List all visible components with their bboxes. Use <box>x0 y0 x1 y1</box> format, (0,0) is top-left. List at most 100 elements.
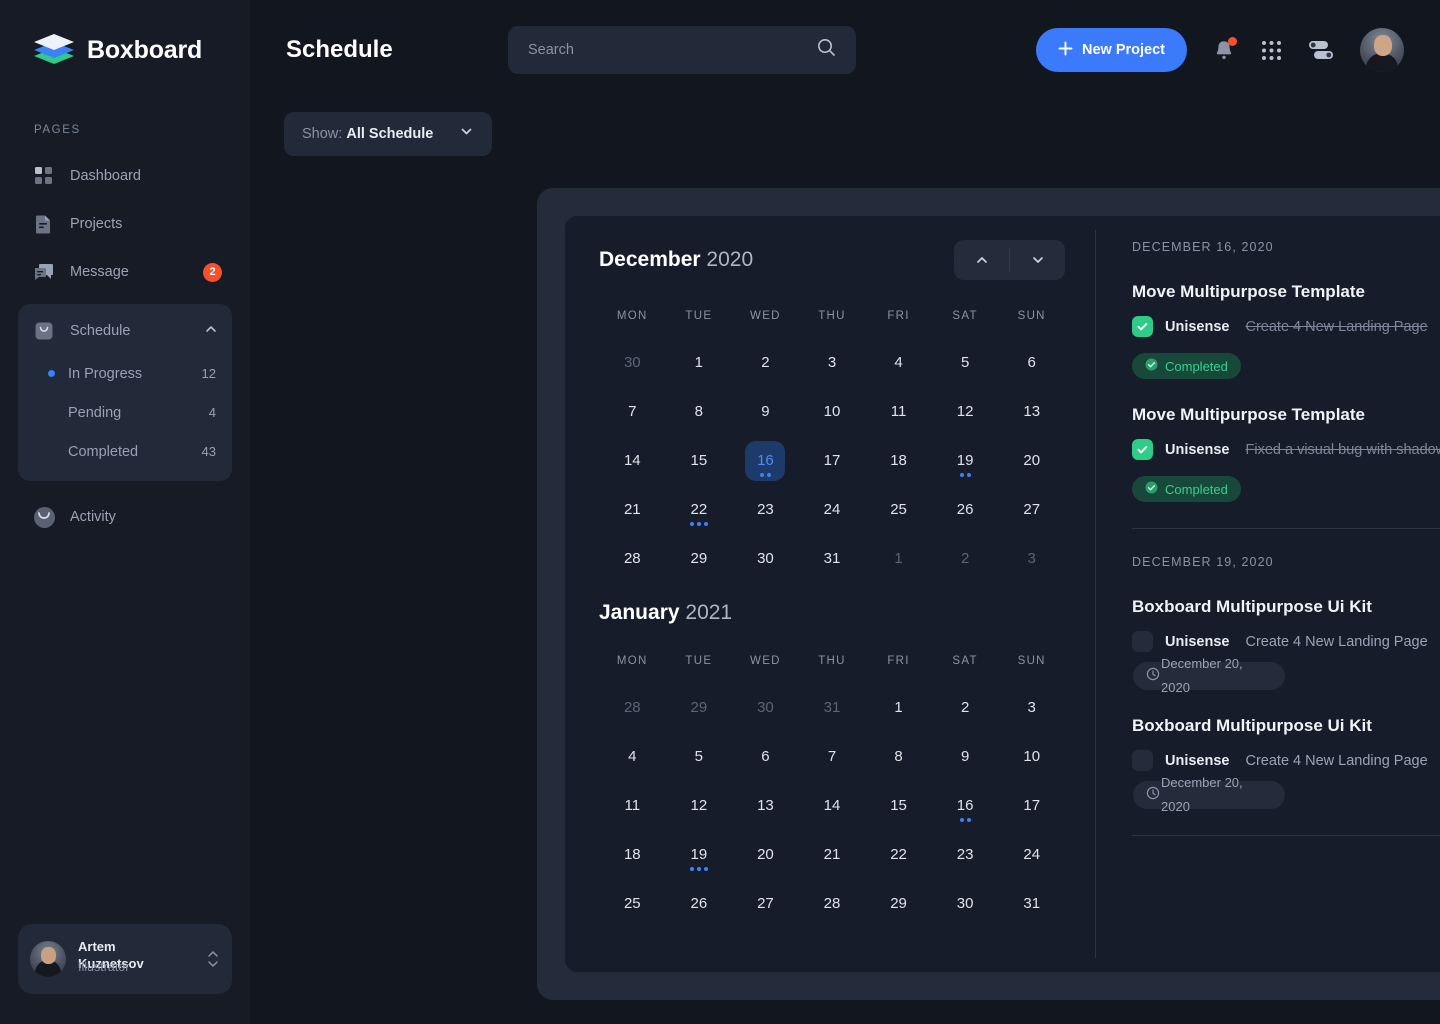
calendar-day[interactable]: 16 <box>945 786 985 826</box>
calendar-day[interactable]: 30 <box>945 884 985 924</box>
sidebar-item-label: Activity <box>70 509 116 525</box>
calendar-day[interactable]: 13 <box>745 786 785 826</box>
calendar-day[interactable]: 12 <box>679 786 719 826</box>
calendar-day[interactable]: 31 <box>812 688 852 728</box>
calendar-day[interactable]: 31 <box>1012 884 1052 924</box>
task-checkbox-checked[interactable] <box>1132 439 1153 460</box>
calendar-day[interactable]: 5 <box>945 343 985 383</box>
calendar-day[interactable]: 26 <box>679 884 719 924</box>
calendar-day[interactable]: 9 <box>745 392 785 432</box>
calendar-day[interactable]: 23 <box>745 490 785 530</box>
task-due-date-chip[interactable]: December 20, 2020 <box>1133 775 1285 814</box>
sidebar-subitem-in-progress[interactable]: In Progress 12 <box>18 354 232 393</box>
calendar-day[interactable]: 26 <box>945 490 985 530</box>
calendar-day[interactable]: 27 <box>745 884 785 924</box>
sidebar-item-projects[interactable]: Projects <box>0 200 250 248</box>
calendar-day[interactable]: 17 <box>812 441 852 481</box>
avatar[interactable] <box>1360 28 1404 72</box>
calendar-day[interactable]: 30 <box>745 539 785 579</box>
calendar-day[interactable]: 20 <box>1012 441 1052 481</box>
calendar-day[interactable]: 3 <box>1012 539 1052 579</box>
calendar-day[interactable]: 11 <box>612 786 652 826</box>
calendar-day[interactable]: 14 <box>612 441 652 481</box>
calendar-day[interactable]: 2 <box>945 539 985 579</box>
calendar-day[interactable]: 14 <box>812 786 852 826</box>
sidebar-profile-card[interactable]: Artem Kuznetsov Illustrator <box>18 924 232 994</box>
calendar-day[interactable]: 24 <box>1012 835 1052 875</box>
calendar-day[interactable]: 22 <box>679 490 719 530</box>
calendar-day[interactable]: 29 <box>679 539 719 579</box>
apps-grid-icon[interactable] <box>1261 40 1282 61</box>
calendar-day[interactable]: 3 <box>1012 688 1052 728</box>
calendar-day[interactable]: 11 <box>879 392 919 432</box>
calendar-day[interactable]: 1 <box>879 539 919 579</box>
calendar-day[interactable]: 23 <box>945 835 985 875</box>
calendar-day[interactable]: 27 <box>1012 490 1052 530</box>
calendar-day[interactable]: 28 <box>612 688 652 728</box>
calendar-day[interactable]: 18 <box>612 835 652 875</box>
calendar-day[interactable]: 30 <box>612 343 652 383</box>
brand-logo[interactable]: Boxboard <box>0 0 250 70</box>
calendar-day[interactable]: 22 <box>879 835 919 875</box>
task-checkbox-unchecked[interactable] <box>1132 750 1153 771</box>
calendar-day[interactable]: 8 <box>879 737 919 777</box>
calendar-day[interactable]: 13 <box>1012 392 1052 432</box>
calendar-day[interactable]: 28 <box>812 884 852 924</box>
calendar-day[interactable]: 19 <box>679 835 719 875</box>
search-icon[interactable] <box>817 38 836 62</box>
calendar-day[interactable]: 12 <box>945 392 985 432</box>
calendar-day[interactable]: 4 <box>879 343 919 383</box>
calendar-day[interactable]: 28 <box>612 539 652 579</box>
calendar-day[interactable]: 30 <box>745 688 785 728</box>
calendar-prev-button[interactable] <box>954 240 1009 280</box>
calendar-day[interactable]: 21 <box>812 835 852 875</box>
search-input[interactable] <box>528 42 807 58</box>
sidebar-item-activity[interactable]: Activity <box>0 493 250 541</box>
bell-icon[interactable] <box>1213 36 1237 62</box>
calendar-day[interactable]: 2 <box>945 688 985 728</box>
calendar-day[interactable]: 3 <box>812 343 852 383</box>
calendar-day[interactable]: 15 <box>879 786 919 826</box>
calendar-day[interactable]: 7 <box>812 737 852 777</box>
calendar-day[interactable]: 2 <box>745 343 785 383</box>
sidebar-subitem-completed[interactable]: Completed 43 <box>18 432 232 471</box>
task-checkbox-checked[interactable] <box>1132 316 1153 337</box>
calendar-day[interactable]: 6 <box>745 737 785 777</box>
calendar-day[interactable]: 15 <box>679 441 719 481</box>
calendar-day[interactable]: 24 <box>812 490 852 530</box>
calendar-day[interactable]: 20 <box>745 835 785 875</box>
calendar-day[interactable]: 25 <box>612 884 652 924</box>
calendar-day[interactable]: 10 <box>1012 737 1052 777</box>
calendar-day[interactable]: 19 <box>945 441 985 481</box>
calendar-day[interactable]: 29 <box>679 688 719 728</box>
calendar-day[interactable]: 6 <box>1012 343 1052 383</box>
calendar-day[interactable]: 8 <box>679 392 719 432</box>
calendar-day[interactable]: 7 <box>612 392 652 432</box>
calendar-day[interactable]: 4 <box>612 737 652 777</box>
chevron-up-icon[interactable] <box>204 322 218 340</box>
calendar-day-selected[interactable]: 16 <box>745 440 786 481</box>
calendar-day[interactable]: 18 <box>879 441 919 481</box>
calendar-day[interactable]: 10 <box>812 392 852 432</box>
search-box[interactable] <box>508 26 856 74</box>
calendar-day[interactable]: 5 <box>679 737 719 777</box>
task-due-date-chip[interactable]: December 20, 2020 <box>1133 656 1285 695</box>
sidebar-item-dashboard[interactable]: Dashboard <box>0 152 250 200</box>
calendar-day[interactable]: 31 <box>812 539 852 579</box>
schedule-filter-dropdown[interactable]: Show: All Schedule <box>284 112 493 156</box>
calendar-day[interactable]: 21 <box>612 490 652 530</box>
sliders-toggle-icon[interactable] <box>1308 39 1334 61</box>
calendar-day[interactable]: 29 <box>879 884 919 924</box>
new-project-button[interactable]: New Project <box>1036 28 1187 72</box>
calendar-next-button[interactable] <box>1010 240 1065 280</box>
sidebar-item-schedule[interactable]: Schedule <box>18 308 232 354</box>
sidebar-item-message[interactable]: Message 2 <box>0 248 250 296</box>
calendar-day[interactable]: 25 <box>879 490 919 530</box>
calendar-day[interactable]: 9 <box>945 737 985 777</box>
calendar-day[interactable]: 1 <box>879 688 919 728</box>
up-down-chevron-icon[interactable] <box>206 950 220 968</box>
calendar-day[interactable]: 17 <box>1012 786 1052 826</box>
sidebar-subitem-pending[interactable]: Pending 4 <box>18 393 232 432</box>
calendar-day[interactable]: 1 <box>679 343 719 383</box>
task-checkbox-unchecked[interactable] <box>1132 631 1153 652</box>
